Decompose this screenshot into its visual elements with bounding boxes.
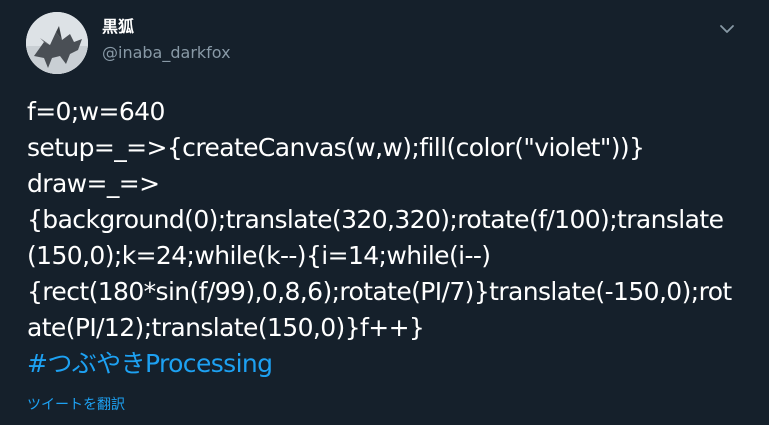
tweet-text-line: ate(PI/12);translate(150,0)}f++} [27,313,425,342]
display-name[interactable]: 黒狐 [102,17,134,37]
avatar[interactable] [26,12,88,74]
tweet-text-line: f=0;w=640 [27,97,165,126]
chevron-down-icon [720,25,734,33]
tweet-text-line: {background(0);translate(320,320);rotate… [27,205,724,234]
avatar-photo-icon [26,12,88,74]
tweet-menu-button[interactable] [716,18,738,40]
tweet-text: f=0;w=640 setup=_=>{createCanvas(w,w);fi… [27,94,751,382]
tweet-text-line: setup=_=>{createCanvas(w,w);fill(color("… [27,133,645,162]
tweet-card: 黒狐 @inaba_darkfox f=0;w=640 setup=_=>{cr… [0,0,769,425]
tweet-text-line: {rect(180*sin(f/99),0,8,6);rotate(PI/7)}… [27,277,732,306]
tweet-text-line: draw=_=> [27,169,160,198]
user-handle[interactable]: @inaba_darkfox [102,43,231,63]
hashtag-link[interactable]: #つぶやきProcessing [27,346,751,382]
tweet-text-line: (150,0);k=24;while(k--){i=14;while(i--) [27,241,491,270]
translate-tweet-link[interactable]: ツイートを翻訳 [27,396,125,414]
